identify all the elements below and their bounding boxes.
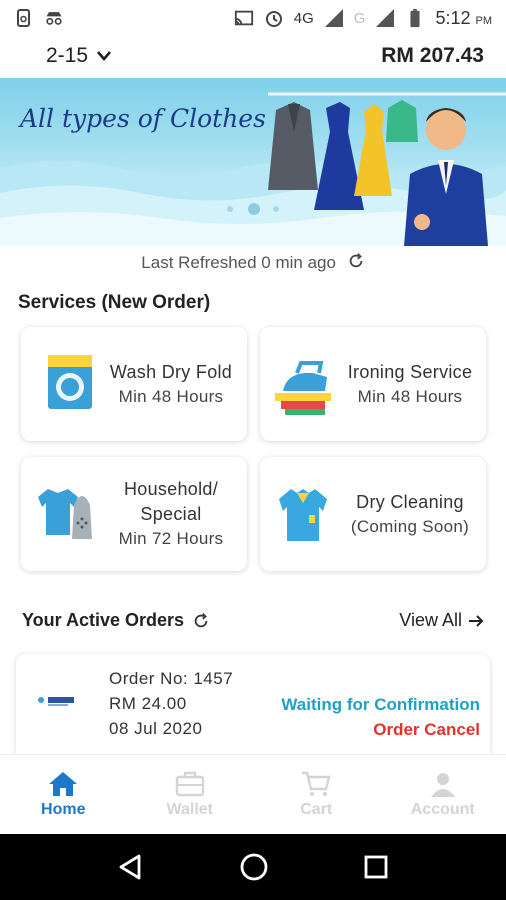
promo-banner[interactable]: All types of Clothes bbox=[0, 78, 506, 246]
order-cancel-button[interactable]: Order Cancel bbox=[281, 717, 480, 742]
home-icon bbox=[49, 771, 78, 796]
order-number: Order No: 1457 bbox=[109, 669, 234, 688]
shirt-icon bbox=[279, 489, 327, 541]
recents-icon[interactable] bbox=[363, 854, 389, 880]
service-household-label: Household/ Special Min 72 Hours bbox=[118, 478, 224, 549]
wallet-balance: RM 207.43 bbox=[381, 44, 484, 67]
cart-icon bbox=[302, 771, 331, 796]
last-refreshed[interactable]: Last Refreshed 0 min ago bbox=[0, 252, 506, 273]
cast-icon bbox=[234, 10, 253, 26]
network-label: 4G bbox=[293, 9, 314, 27]
last-refreshed-text: Last Refreshed 0 min ago bbox=[141, 253, 336, 272]
iron-icon bbox=[275, 361, 331, 415]
home-nav-icon[interactable] bbox=[239, 852, 269, 882]
outlet-selector-label: 2-15 bbox=[46, 44, 89, 67]
network2-label: G bbox=[353, 9, 366, 27]
alarm-icon bbox=[265, 11, 282, 27]
back-icon[interactable] bbox=[117, 853, 145, 881]
device-icon bbox=[17, 9, 30, 27]
washing-machine-icon bbox=[48, 355, 92, 409]
incognito-icon bbox=[46, 12, 62, 25]
view-all-link[interactable]: View All bbox=[399, 610, 484, 631]
arrow-right-icon bbox=[469, 614, 484, 627]
order-amount: RM 24.00 bbox=[109, 694, 187, 713]
order-status-block: Waiting for Confirmation Order Cancel bbox=[281, 692, 480, 742]
banner-title: All types of Clothes bbox=[20, 104, 266, 133]
service-ironing-label: Ironing Service Min 48 Hours bbox=[347, 361, 473, 406]
clothes-illustration bbox=[268, 92, 506, 246]
service-dry-cleaning[interactable]: Dry Cleaning (Coming Soon) bbox=[260, 457, 486, 571]
top-header: 2-15 RM 207.43 bbox=[0, 36, 506, 76]
tab-wallet[interactable]: Wallet bbox=[127, 755, 254, 834]
laundry-logo bbox=[38, 697, 74, 706]
service-wash-label: Wash Dry Fold Min 48 Hours bbox=[109, 361, 233, 406]
signal-icon bbox=[324, 9, 343, 27]
services-title: Services (New Order) bbox=[18, 292, 211, 313]
refresh-orders-icon[interactable] bbox=[192, 612, 210, 630]
tab-account[interactable]: Account bbox=[380, 755, 506, 834]
order-date: 08 Jul 2020 bbox=[109, 719, 203, 738]
order-card[interactable]: Order No: 1457 RM 24.00 08 Jul 2020 Wait… bbox=[16, 654, 490, 754]
tab-home[interactable]: Home bbox=[0, 755, 127, 834]
chevron-down-icon bbox=[97, 51, 112, 61]
status-bar: 4G G 5:12 PM bbox=[0, 0, 506, 36]
account-icon bbox=[430, 772, 455, 797]
clock: 5:12 PM bbox=[435, 7, 492, 28]
refresh-icon[interactable] bbox=[347, 252, 365, 270]
battery-icon bbox=[410, 8, 420, 28]
household-icon bbox=[38, 489, 92, 539]
tab-cart[interactable]: Cart bbox=[253, 755, 380, 834]
wallet-icon bbox=[175, 771, 204, 796]
bottom-tab-bar: Home Wallet Cart Account bbox=[0, 754, 506, 834]
service-household[interactable]: Household/ Special Min 72 Hours bbox=[21, 457, 247, 571]
order-status: Waiting for Confirmation bbox=[281, 695, 480, 714]
service-wash-dry-fold[interactable]: Wash Dry Fold Min 48 Hours bbox=[21, 327, 247, 441]
signal2-icon bbox=[376, 9, 395, 27]
outlet-selector[interactable]: 2-15 bbox=[46, 44, 112, 68]
active-orders-title: Your Active Orders bbox=[22, 610, 210, 631]
service-dry-cleaning-label: Dry Cleaning (Coming Soon) bbox=[350, 491, 470, 536]
service-ironing[interactable]: Ironing Service Min 48 Hours bbox=[260, 327, 486, 441]
order-info: Order No: 1457 RM 24.00 08 Jul 2020 bbox=[109, 666, 233, 741]
system-nav-bar bbox=[0, 834, 506, 900]
banner-dots bbox=[227, 203, 279, 215]
